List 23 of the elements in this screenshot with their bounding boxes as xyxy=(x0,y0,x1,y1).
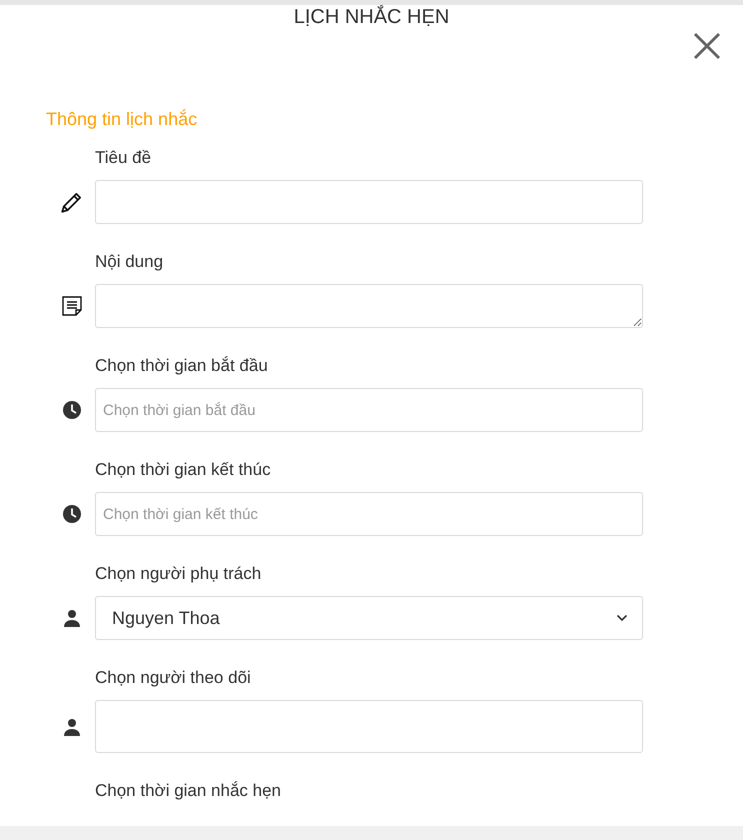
close-button[interactable] xyxy=(692,31,722,61)
section-title: Thông tin lịch nhắc xyxy=(46,108,198,130)
input-field[interactable]: Chọn thời gian bắt đầu xyxy=(95,388,643,432)
input-field[interactable]: Chọn thời gian kết thúc xyxy=(95,492,643,536)
field-label: Chọn thời gian bắt đầu xyxy=(95,355,269,377)
field-label: Chọn thời gian kết thúc xyxy=(95,459,272,481)
person-icon xyxy=(62,718,80,736)
dialog-title: LỊCH NHẮC HẸN xyxy=(294,6,450,29)
field-label: Tiêu đề xyxy=(95,147,152,169)
note-icon xyxy=(60,295,82,317)
person-icon xyxy=(62,609,80,627)
field-label: Chọn người phụ trách xyxy=(95,563,262,585)
close-icon xyxy=(693,32,721,60)
clock-icon xyxy=(62,504,82,524)
field-label: Chọn thời gian nhắc hẹn xyxy=(95,780,282,802)
clock-icon xyxy=(62,400,82,420)
field-label: Nội dung xyxy=(95,251,164,273)
field-label: Chọn người theo dõi xyxy=(95,667,252,689)
text-area[interactable] xyxy=(95,284,643,328)
select-field[interactable]: Nguyen Thoa xyxy=(95,596,643,640)
input-field[interactable] xyxy=(95,700,643,753)
input-field[interactable] xyxy=(95,180,643,224)
chevron-down-icon xyxy=(616,614,628,622)
